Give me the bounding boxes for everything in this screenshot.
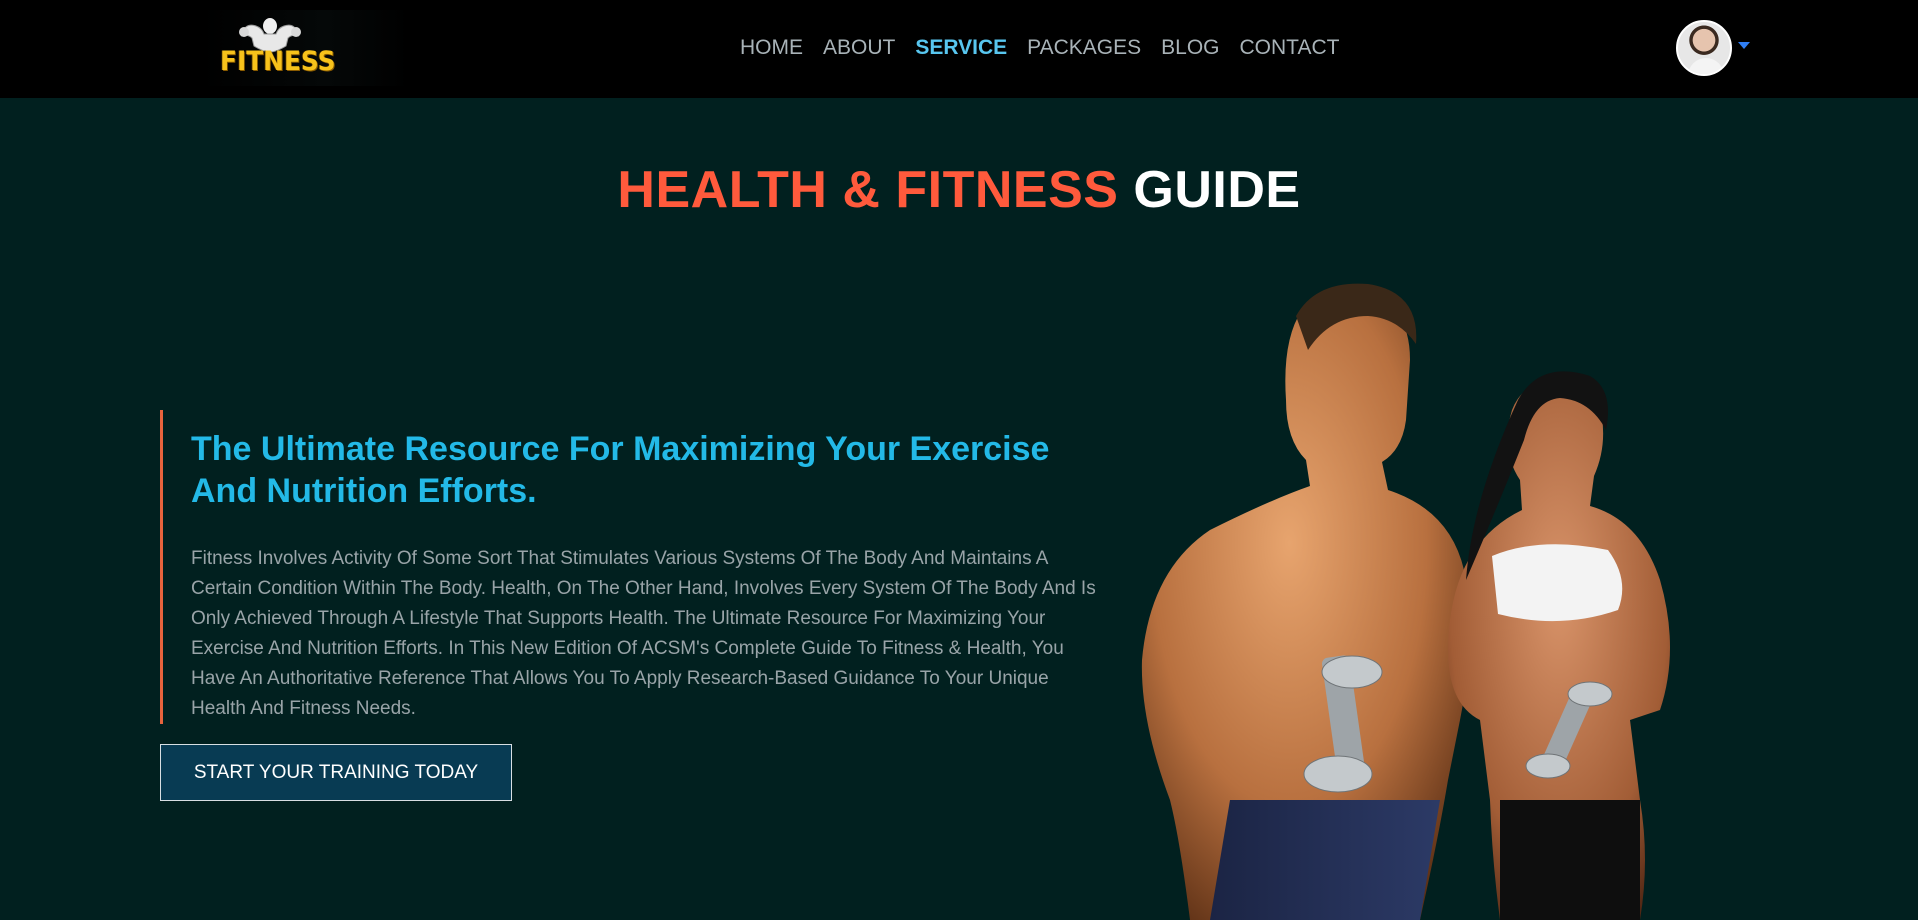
logo-text: FITNESS xyxy=(220,46,336,77)
nav-packages[interactable]: PACKAGES xyxy=(1027,36,1141,62)
title-accent: HEALTH & FITNESS xyxy=(617,161,1119,219)
avatar-shirt xyxy=(1688,58,1724,74)
main-nav: HOME ABOUT SERVICE PACKAGES BLOG CONTACT xyxy=(740,36,1339,62)
brand-logo[interactable]: FITNESS xyxy=(200,10,410,86)
intro-subtitle: The Ultimate Resource For Maximizing You… xyxy=(191,430,1050,510)
nav-home[interactable]: HOME xyxy=(740,36,803,62)
nav-about[interactable]: ABOUT xyxy=(823,36,895,62)
navbar: FITNESS HOME ABOUT SERVICE PACKAGES BLOG… xyxy=(0,0,1918,98)
start-training-button[interactable]: START YOUR TRAINING TODAY xyxy=(160,744,512,801)
intro-block: The Ultimate Resource For Maximizing You… xyxy=(160,410,1110,724)
caret-down-icon[interactable] xyxy=(1738,42,1750,49)
nav-service[interactable]: SERVICE xyxy=(915,36,1007,62)
user-avatar[interactable] xyxy=(1676,20,1732,76)
page-title: HEALTH & FITNESS GUIDE xyxy=(0,160,1918,220)
intro-body: Fitness Involves Activity Of Some Sort T… xyxy=(191,548,1096,719)
fitness-couple-image xyxy=(1141,283,1670,920)
user-menu[interactable] xyxy=(1676,20,1756,78)
nav-blog[interactable]: BLOG xyxy=(1161,36,1219,62)
nav-contact[interactable]: CONTACT xyxy=(1240,36,1340,62)
title-plain: GUIDE xyxy=(1133,161,1301,219)
